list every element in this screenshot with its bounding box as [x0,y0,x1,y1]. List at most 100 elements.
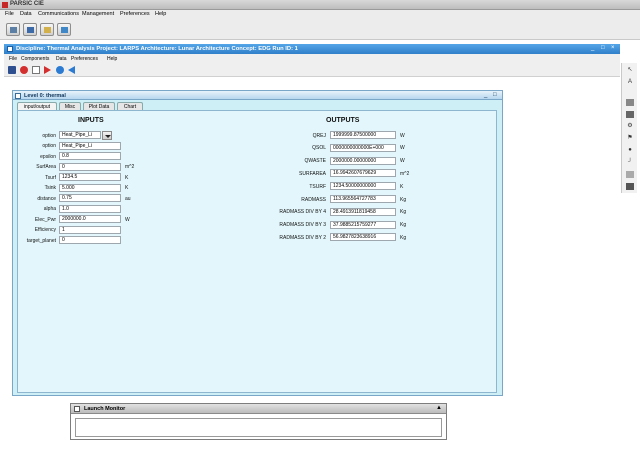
input-field[interactable]: 1.0 [59,204,121,213]
menu-data[interactable]: Data [56,56,67,62]
save-icon[interactable] [8,66,16,74]
output-field[interactable]: 113.965564727783 [330,195,396,203]
launch-monitor-log[interactable] [75,418,442,437]
input-unit: m^2 [125,164,135,170]
collapse-button[interactable]: ▲ [436,405,442,411]
output-label: QWASTE [304,158,326,165]
app-logo-icon [2,2,8,8]
outputs-header: OUTPUTS [326,117,360,124]
input-unit: K [125,174,129,181]
toolbar-button-monitor[interactable] [57,23,71,36]
level-window-titlebar[interactable]: Level 0: thermal _ □ [13,91,502,100]
input-label: Elec_Pwr [34,216,56,223]
minimize-button[interactable]: _ [591,45,594,51]
close-button[interactable]: × [611,45,615,51]
info-icon [44,27,51,33]
discipline-menubar: File Components Data Preferences Help [4,54,620,63]
io-panel-content: INPUTS OUTPUTS option Heat_Pipe_Li option H… [18,111,496,392]
input-field[interactable]: 1 [59,225,121,234]
input-field[interactable]: Heat_Pipe_Li [59,131,101,139]
menu-data[interactable]: Data [20,11,32,17]
input-label: SurfArea [36,164,56,170]
output-field[interactable]: 56.9827823638916 [330,233,396,242]
input-label: Efficiency [34,227,56,233]
menu-help[interactable]: Help [155,11,166,17]
level-window-title: Level 0: thermal [24,92,66,99]
minimize-icon[interactable] [32,66,40,74]
output-label: RADMASS DIV BY 3 [279,222,326,229]
maximize-button[interactable]: □ [493,92,497,98]
stop-icon[interactable] [20,66,28,74]
input-field[interactable]: 1234.5 [59,173,121,181]
flag-icon[interactable]: ⚑ [626,135,634,142]
component-palette: ↖ A ⚙ ⚑ ● ┘ [621,63,637,193]
output-field[interactable]: 2000000.00000000 [330,156,396,165]
gear-icon[interactable]: ⚙ [626,123,634,130]
output-field[interactable]: 1234.50000000000 [330,182,396,191]
output-label: RADMASS [301,196,326,203]
back-arrow-icon[interactable] [68,66,75,74]
output-field[interactable]: 0000000000000E+000 [330,143,396,152]
output-label: RADMASS DIV BY 2 [279,234,326,241]
calculator-icon[interactable] [626,183,634,190]
output-field[interactable]: 28.4913911819458 [330,207,396,216]
refresh-icon[interactable] [56,66,64,74]
bulb-icon[interactable]: ● [626,147,634,154]
menu-file[interactable]: File [5,11,14,17]
input-field[interactable]: 0 [59,236,121,244]
monitor-icon [61,27,68,33]
menu-components[interactable]: Components [21,56,49,62]
launch-monitor-window: Launch Monitor ▲ [70,403,447,440]
toolbar-button-tools[interactable] [6,23,20,36]
output-label: QSOL [312,145,326,152]
input-label: distance [37,195,56,202]
menu-file[interactable]: File [9,56,17,62]
output-field[interactable]: 16.9942607679629 [330,169,396,178]
launch-monitor-titlebar[interactable]: Launch Monitor ▲ [71,404,446,414]
output-label: SURFAREA [299,170,326,177]
window-icon [74,406,80,412]
discipline-toolbar [4,63,620,77]
output-field[interactable]: 1999999.87500000 [330,131,396,139]
window-icon [15,92,21,99]
document-icon[interactable] [626,171,634,178]
toolbar-button-save[interactable] [23,23,37,36]
app-title: PARSIC CIE [10,1,44,7]
run-icon[interactable] [44,66,51,74]
text-tool-icon[interactable]: A [626,79,634,86]
output-unit: W [400,145,405,152]
chart-icon[interactable]: ┘ [626,159,634,166]
output-unit: K [400,183,404,190]
menu-preferences[interactable]: Preferences [71,56,98,62]
input-label: alpha [43,206,56,212]
pointer-icon[interactable]: ↖ [626,67,634,74]
input-label: Tsurf [45,174,56,181]
output-unit: Kg [400,209,407,216]
input-label: target_planet [26,237,56,244]
io-panel: INPUTS OUTPUTS option Heat_Pipe_Li option H… [17,110,497,393]
input-label: Tsink [44,185,56,191]
input-field[interactable]: Heat_Pipe_Li [59,141,121,150]
dropdown-arrow-button[interactable] [102,130,112,140]
input-field[interactable]: 2000000.0 [59,215,121,223]
output-field[interactable]: 37.9885215759277 [330,220,396,229]
input-field[interactable]: 5.000 [59,183,121,192]
output-unit: W [400,132,405,139]
menu-communications[interactable]: Communications [38,11,79,17]
launch-monitor-title: Launch Monitor [84,406,126,412]
input-field[interactable]: 0 [59,162,121,171]
input-field[interactable]: 0.75 [59,194,121,202]
table-icon[interactable] [626,111,634,118]
app-menubar: File Data Communications Management Pref… [0,10,640,20]
grid-icon[interactable] [626,99,634,106]
menu-help[interactable]: Help [107,56,117,62]
input-field[interactable]: 0.8 [59,152,121,160]
menu-preferences[interactable]: Preferences [120,11,150,17]
discipline-window-titlebar[interactable]: Discipline: Thermal Analysis Project: LA… [4,44,620,54]
output-label: TSURF [309,183,326,190]
toolbar-button-info[interactable] [40,23,54,36]
output-unit: Kg [400,196,407,203]
minimize-button[interactable]: _ [484,92,487,98]
menu-management[interactable]: Management [82,11,114,17]
maximize-button[interactable]: □ [601,45,605,51]
